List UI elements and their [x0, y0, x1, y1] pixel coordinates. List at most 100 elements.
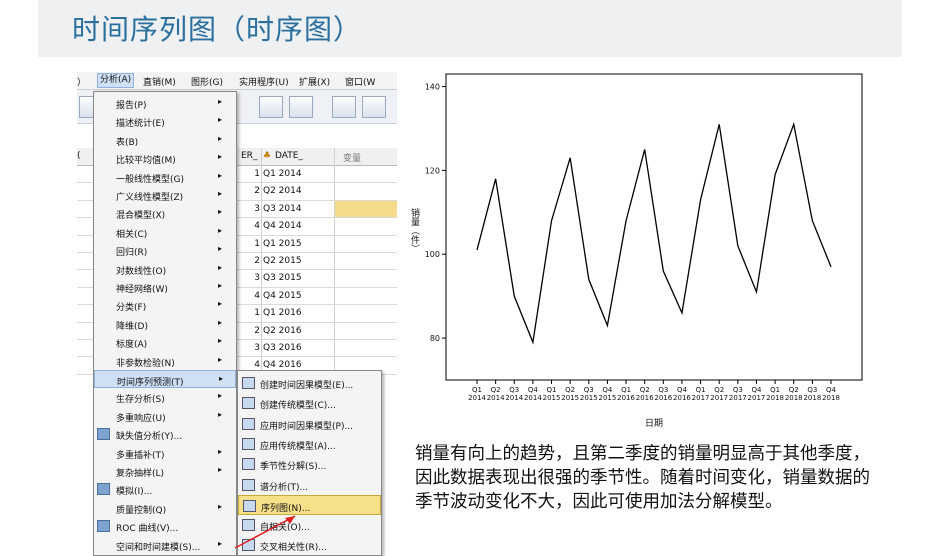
grid-header-col3[interactable]: DATE_: [275, 151, 303, 161]
x-axis-label: 日期: [645, 418, 663, 429]
menu-item[interactable]: 降维(D) ▸: [94, 315, 236, 333]
menubar: ） 分析(A) 直销(M) 图形(G) 实用程序(U) 扩展(X) 窗口(W: [77, 72, 397, 90]
menu-item[interactable]: 非参数检验(N) ▸: [94, 352, 236, 370]
table-cell-date[interactable]: Q2 2015: [263, 256, 302, 266]
chevron-right-icon: ▸: [218, 281, 223, 290]
toolbar-icon[interactable]: [259, 96, 283, 118]
menu-item[interactable]: 标度(A) ▸: [94, 333, 236, 351]
table-cell-quarter[interactable]: 2: [250, 256, 260, 266]
menu-item[interactable]: 生存分析(S) ▸: [94, 388, 236, 406]
plot-frame: [445, 73, 863, 381]
x-tick-label: 2018: [803, 394, 821, 402]
x-tick-label: 2014: [524, 394, 542, 402]
chevron-right-icon: ▸: [218, 115, 223, 125]
menu-item[interactable]: 多重插补(T) ▸: [94, 444, 236, 462]
chevron-right-icon: ▸: [218, 465, 223, 474]
table-cell-date[interactable]: Q4 2016: [263, 360, 302, 370]
table-cell-date[interactable]: Q3 2015: [263, 273, 302, 283]
table-cell-quarter[interactable]: 4: [250, 221, 260, 231]
x-tick-label: Q1: [547, 386, 557, 394]
table-cell-quarter[interactable]: 2: [250, 186, 260, 196]
menu-item-label: 降维(D): [116, 321, 148, 332]
submenu-item[interactable]: 创建时间因果模型(E)...: [238, 373, 381, 393]
table-cell-quarter[interactable]: 1: [250, 169, 260, 179]
table-cell-quarter[interactable]: 2: [250, 326, 260, 336]
chevron-right-icon: ▸: [218, 538, 223, 548]
menu-item[interactable]: 比较平均值(M) ▸: [94, 149, 236, 167]
x-tick-label: 2015: [599, 394, 617, 402]
submenu-item[interactable]: 应用传统模型(A)...: [238, 434, 381, 454]
table-cell-date[interactable]: Q3 2016: [263, 343, 302, 353]
menubar-item-utilities[interactable]: 实用程序(U): [239, 75, 289, 88]
menu-item[interactable]: 神经网络(W) ▸: [94, 278, 236, 296]
menu-item[interactable]: 表(B) ▸: [94, 131, 236, 149]
menu-item[interactable]: 缺失值分析(Y)...: [94, 425, 236, 443]
menubar-item-extensions[interactable]: 扩展(X): [299, 75, 330, 88]
menu-item[interactable]: 混合模型(X) ▸: [94, 204, 236, 222]
submenu-item[interactable]: 谱分析(T)...: [238, 475, 381, 495]
submenu-item[interactable]: 创建传统模型(C)...: [238, 393, 381, 413]
table-cell-date[interactable]: Q1 2016: [263, 308, 302, 318]
table-cell-date[interactable]: Q1 2014: [263, 169, 302, 179]
x-tick-label: 2015: [580, 394, 598, 402]
menu-item[interactable]: ROC 曲线(V)...: [94, 517, 236, 535]
submenu-item[interactable]: 季节性分解(S)...: [238, 454, 381, 474]
submenu-item-label: 季节性分解(S)...: [260, 462, 327, 473]
chevron-right-icon: ▸: [218, 336, 223, 346]
table-cell-date[interactable]: Q1 2015: [263, 239, 302, 249]
table-cell-quarter[interactable]: 1: [250, 239, 260, 249]
table-cell-quarter[interactable]: 4: [250, 291, 260, 301]
menu-item-label: 质量控制(Q): [116, 505, 167, 516]
menu-item[interactable]: 分类(F) ▸: [94, 296, 236, 314]
selected-cell[interactable]: [335, 200, 397, 217]
table-cell-date[interactable]: Q2 2016: [263, 326, 302, 336]
menu-item[interactable]: 描述统计(E) ▸: [94, 112, 236, 130]
slide-title: 时间序列图（时序图）: [72, 13, 363, 46]
slide-description: 销量有向上的趋势，且第二季度的销量明显高于其他季度，因此数据表现出很强的季节性。…: [415, 444, 870, 512]
menu-item[interactable]: 对数线性(O) ▸: [94, 260, 236, 278]
x-tick-label: Q4: [677, 386, 688, 394]
x-tick-label: Q2: [565, 386, 575, 394]
menubar-item-direct-marketing[interactable]: 直销(M): [143, 75, 176, 88]
menu-item[interactable]: 模拟(I)...: [94, 480, 236, 498]
table-cell-quarter[interactable]: 3: [250, 204, 260, 214]
menu-item[interactable]: 空间和时间建模(S)... ▸: [94, 536, 236, 554]
menu-item[interactable]: 报告(P) ▸: [94, 94, 236, 112]
table-cell-quarter[interactable]: 1: [250, 308, 260, 318]
toolbar-icon[interactable]: [332, 96, 356, 118]
grid-header-col2[interactable]: ER_: [241, 151, 257, 161]
grid-header-col1[interactable]: (: [77, 151, 81, 161]
table-cell-quarter[interactable]: 4: [250, 360, 260, 370]
menubar-item-prev[interactable]: ）: [77, 75, 86, 88]
chevron-right-icon: ▸: [218, 409, 223, 419]
menubar-item-graphs[interactable]: 图形(G): [191, 75, 223, 88]
menu-item[interactable]: 复杂抽样(L) ▸: [94, 462, 236, 480]
menu-item[interactable]: 质量控制(Q) ▸: [94, 499, 236, 517]
toolbar-icon[interactable]: [362, 96, 386, 118]
toolbar-icon[interactable]: [289, 96, 313, 118]
table-cell-date[interactable]: Q4 2015: [263, 291, 302, 301]
table-cell-quarter[interactable]: 3: [250, 273, 260, 283]
table-cell-date[interactable]: Q3 2014: [263, 204, 302, 214]
menu-item[interactable]: 多重响应(U) ▸: [94, 407, 236, 425]
menu-item[interactable]: 一般线性模型(G) ▸: [94, 168, 236, 186]
submenu-item-label: 应用时间因果模型(P)...: [260, 421, 354, 432]
x-tick-label: 2018: [822, 394, 840, 402]
menu-item-label: 表(B): [116, 137, 139, 148]
x-tick-label: Q2: [714, 386, 724, 394]
table-cell-date[interactable]: Q2 2014: [263, 186, 302, 196]
table-cell-date[interactable]: Q4 2014: [263, 221, 302, 231]
chevron-right-icon: ▸: [218, 225, 223, 235]
menubar-item-window[interactable]: 窗口(W: [345, 75, 375, 88]
menu-item[interactable]: 广义线性模型(Z) ▸: [94, 186, 236, 204]
table-cell-quarter[interactable]: 3: [250, 343, 260, 353]
menu-item[interactable]: 回归(R) ▸: [94, 241, 236, 259]
chevron-right-icon: ▸: [218, 391, 223, 401]
menu-item-label: 生存分析(S): [116, 395, 165, 406]
x-tick-label: 2018: [766, 394, 784, 402]
menu-item[interactable]: 时间序列预测(T) ▸: [94, 370, 236, 388]
menubar-item-analyze[interactable]: 分析(A): [97, 73, 135, 88]
menu-item[interactable]: 相关(C) ▸: [94, 223, 236, 241]
submenu-item[interactable]: 应用时间因果模型(P)...: [238, 414, 381, 434]
grid-header-col4[interactable]: 变量: [343, 151, 361, 164]
